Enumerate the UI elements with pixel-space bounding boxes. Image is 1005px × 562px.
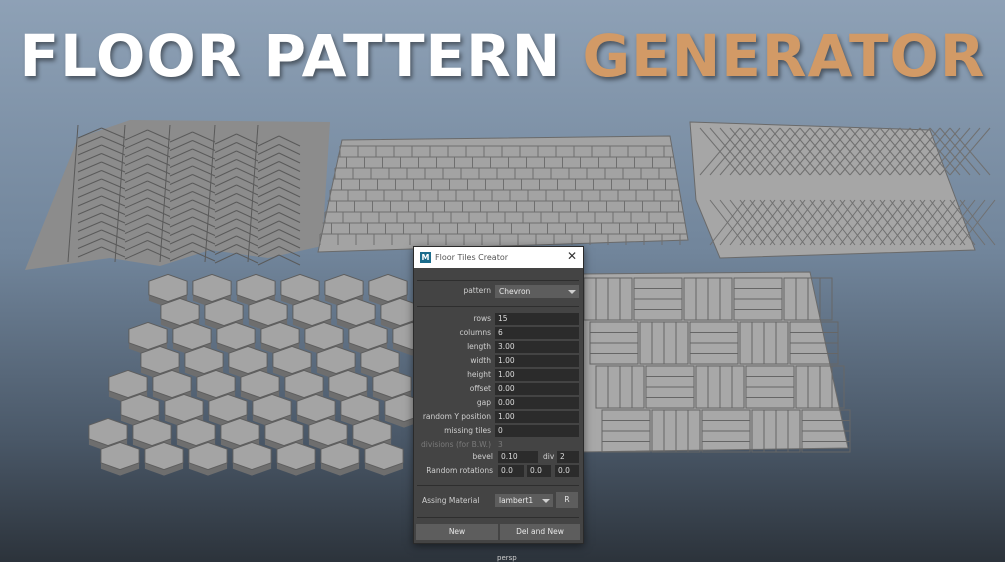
field-input[interactable]: 6: [495, 327, 579, 339]
bevel-row: bevel 0.10 div 2: [414, 451, 583, 463]
floor-tiles-dialog: M Floor Tiles Creator ✕ pattern Chevron …: [413, 246, 584, 544]
field-row: width 1.00: [414, 355, 583, 367]
material-row: Assing Material lambert1 R: [414, 492, 583, 508]
field-value-disabled: 3: [498, 440, 503, 449]
random-rotations-label: Random rotations: [426, 466, 493, 475]
del-and-new-button[interactable]: Del and New: [500, 524, 580, 540]
field-label: random Y position: [422, 412, 491, 421]
field-label: length: [467, 342, 491, 351]
field-label: height: [467, 370, 491, 379]
field-input[interactable]: 1.00: [495, 411, 579, 423]
field-label: gap: [476, 398, 491, 407]
div-label: div: [543, 452, 555, 461]
field-label: missing tiles: [444, 426, 491, 435]
material-label: Assing Material: [422, 496, 480, 505]
field-row: height 1.00: [414, 369, 583, 381]
divider: [417, 280, 579, 281]
close-icon[interactable]: ✕: [567, 249, 577, 263]
field-row: rows 15: [414, 313, 583, 325]
rotation-y-field[interactable]: 0.0: [527, 465, 551, 477]
new-button[interactable]: New: [416, 524, 498, 540]
rotation-x-field[interactable]: 0.0: [498, 465, 524, 477]
material-dropdown[interactable]: lambert1: [495, 494, 553, 507]
camera-label: persp: [497, 554, 517, 562]
field-row: missing tiles 0: [414, 425, 583, 437]
field-input[interactable]: 0.00: [495, 383, 579, 395]
maya-logo-icon: M: [420, 252, 431, 263]
basketweave-floor: [579, 271, 851, 453]
field-input[interactable]: 0.00: [495, 397, 579, 409]
field-label: rows: [473, 314, 491, 323]
field-row: offset 0.00: [414, 383, 583, 395]
field-row: columns 6: [414, 327, 583, 339]
pattern-label: pattern: [463, 286, 491, 295]
pattern-row: pattern Chevron: [414, 285, 583, 298]
material-value: lambert1: [499, 496, 534, 505]
pattern-value: Chevron: [499, 287, 531, 296]
field-input[interactable]: 15: [495, 313, 579, 325]
field-input[interactable]: 1.00: [495, 369, 579, 381]
hexagon-floor: [88, 273, 432, 476]
field-label: width: [470, 356, 491, 365]
bevel-label: bevel: [472, 452, 493, 461]
dialog-title: Floor Tiles Creator: [435, 253, 509, 262]
field-input[interactable]: 3.00: [495, 341, 579, 353]
field-label: offset: [469, 384, 491, 393]
rotation-z-field[interactable]: 0.0: [555, 465, 579, 477]
dialog-titlebar[interactable]: M Floor Tiles Creator ✕: [414, 247, 583, 268]
field-row: divisions (for B.W.) 3: [414, 439, 583, 451]
random-rotations-row: Random rotations 0.0 0.0 0.0: [414, 465, 583, 477]
field-label: columns: [459, 328, 491, 337]
field-row: gap 0.00: [414, 397, 583, 409]
herringbone-floor: [689, 121, 996, 259]
chevron-floor: [25, 120, 330, 270]
reset-material-button[interactable]: R: [556, 492, 578, 508]
divider: [417, 485, 579, 486]
chevron-down-icon: [542, 499, 550, 503]
pattern-dropdown[interactable]: Chevron: [495, 285, 579, 298]
field-row: length 3.00: [414, 341, 583, 353]
field-input[interactable]: 0: [495, 425, 579, 437]
field-input[interactable]: 1.00: [495, 355, 579, 367]
bevel-field[interactable]: 0.10: [498, 451, 538, 463]
field-row: random Y position 1.00: [414, 411, 583, 423]
divider: [417, 306, 579, 307]
div-field[interactable]: 2: [557, 451, 579, 463]
field-label: divisions (for B.W.): [420, 440, 491, 449]
chevron-down-icon: [568, 290, 576, 294]
divider: [417, 517, 579, 518]
brick-floor: [317, 135, 689, 253]
